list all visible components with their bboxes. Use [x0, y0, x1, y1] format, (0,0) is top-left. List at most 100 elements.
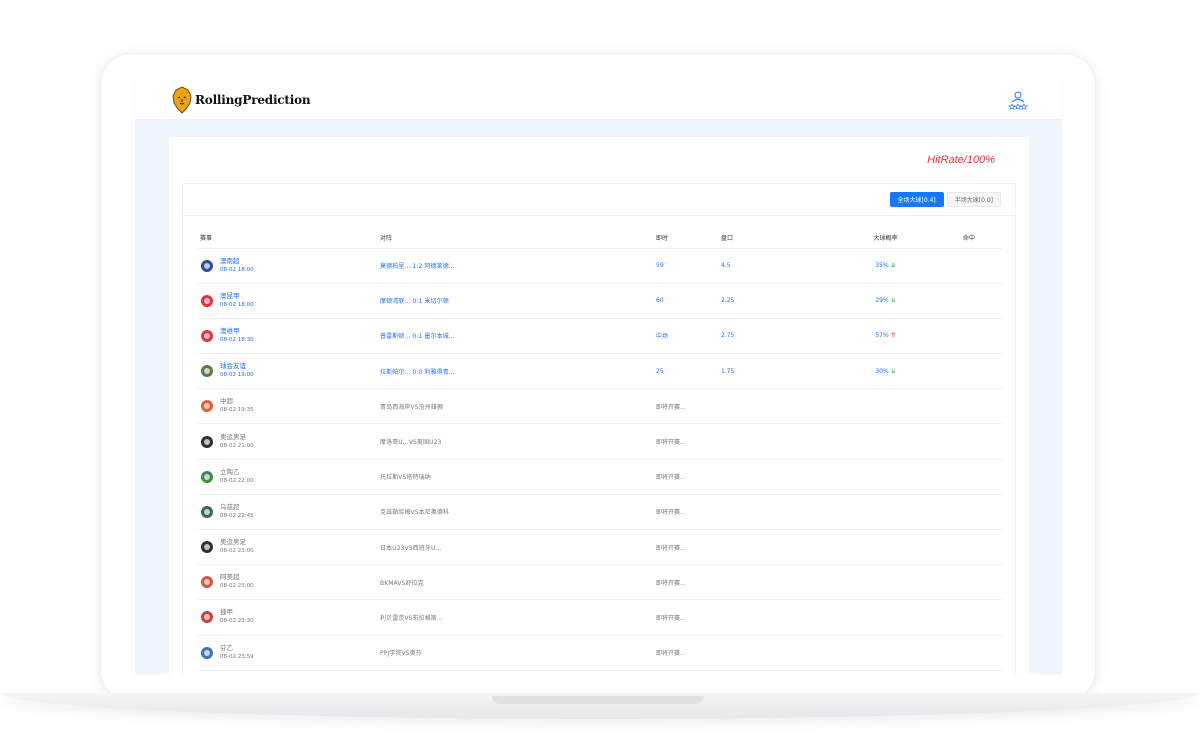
match-minute: 中场 [656, 333, 669, 341]
kickoff-time: 08-02 18:30 [220, 336, 254, 343]
table-row[interactable]: 球会友谊 08-02 19:00 拉斯帕尔... 0:0 利雅得青... 25 ′ 1.7… [196, 353, 1002, 390]
minute-cell: 即将开赛... [652, 423, 717, 460]
match-teams[interactable]: 日本U23VS西班牙U... [376, 529, 652, 566]
match-teams[interactable]: 普雷斯顿... 0:1 墨尔本城... [376, 318, 652, 355]
content-area: HitRate/100% 全场大球[0.4] 半场大球[0.0] 赛事 对阵 即… [135, 119, 1062, 674]
table-row[interactable]: 芬乙 08-02 23:59 PPJ学院VS奥芬 即将开赛... [196, 635, 1002, 671]
user-profile-icon[interactable] [1008, 90, 1028, 110]
kickoff-time: 08-02 21:00 [220, 442, 254, 449]
league-logo-icon [201, 365, 213, 378]
over-probability: 29% [875, 297, 889, 305]
probability-cell [835, 423, 936, 460]
minute-cell: 即将开赛... [652, 459, 717, 495]
column-header-match: 对阵 [376, 227, 652, 249]
league-logo-icon [201, 576, 213, 589]
result-cell [936, 318, 1002, 355]
league-name[interactable]: 中超 [220, 397, 254, 406]
league-logo-icon [201, 294, 213, 307]
half-match-over-button[interactable]: 半场大球[0.0] [946, 192, 1001, 207]
table-row[interactable]: 澳南超 08-02 18:00 莫德柏里... 1:2 阿德莱德... 59 ′ 4.5 3… [196, 248, 1002, 284]
league-name[interactable]: 奥运男足 [220, 433, 254, 442]
match-minute: 即将开赛... [656, 614, 686, 622]
probability-cell: 30% ⇊ [835, 353, 936, 390]
prediction-card: HitRate/100% 全场大球[0.4] 半场大球[0.0] 赛事 对阵 即… [169, 137, 1029, 674]
match-minute: 59 [656, 262, 664, 270]
column-header-league: 赛事 [196, 227, 376, 249]
league-name[interactable]: 乌兹超 [220, 503, 254, 512]
market-toggle: 全场大球[0.4] 半场大球[0.0] [887, 192, 1001, 207]
league-logo-icon [201, 435, 213, 448]
match-teams[interactable]: PPJ学院VS奥芬 [376, 635, 652, 671]
kickoff-time: 08-02 19:00 [220, 372, 254, 379]
match-teams[interactable]: 利贝雷茨VS布拉格斯... [376, 599, 652, 636]
probability-cell [835, 494, 936, 531]
match-minute: 25 [656, 367, 664, 375]
handicap-value [717, 388, 835, 425]
league-cell: 乌兹超 08-02 22:45 [196, 494, 376, 531]
league-cell: 中超 08-02 19:35 [196, 388, 376, 425]
league-logo-icon [201, 541, 213, 554]
match-teams[interactable]: 托拉斯VS塔特瑞纳 [376, 459, 652, 495]
league-logo-icon [201, 470, 213, 483]
league-cell: 澳南超 08-02 18:00 [196, 248, 376, 284]
trend-down-icon: ⇊ [890, 262, 896, 270]
league-name[interactable]: 澳南超 [220, 257, 254, 266]
kickoff-time: 08-02 18:00 [220, 266, 254, 273]
league-logo-icon [201, 329, 213, 342]
kickoff-time: 08-02 23:30 [220, 618, 254, 625]
table-row[interactable]: 捷甲 08-02 23:30 利贝雷茨VS布拉格斯... 即将开赛... [196, 599, 1002, 636]
matches-panel: 全场大球[0.4] 半场大球[0.0] 赛事 对阵 即时 盘口 大球概率 命中 … [182, 183, 1016, 674]
league-name[interactable]: 立陶乙 [220, 468, 254, 477]
trend-down-icon: ⇊ [890, 297, 896, 305]
match-minute: 即将开赛... [656, 403, 686, 411]
match-teams[interactable]: 摩顿湾联... 0:1 米切尔顿 [376, 283, 652, 319]
league-name[interactable]: 芬乙 [220, 644, 254, 653]
league-cell: 阿美超 08-02 23:00 [196, 564, 376, 601]
probability-cell [835, 529, 936, 566]
minute-cell: 即将开赛... [652, 564, 717, 601]
probability-cell [835, 459, 936, 495]
trend-up-icon: ⇈ [890, 332, 896, 340]
result-cell [936, 564, 1002, 601]
minute-cell: 即将开赛... [652, 494, 717, 531]
league-name[interactable]: 奥运男足 [220, 538, 254, 547]
table-row[interactable]: 立陶乙 08-02 22:00 托拉斯VS塔特瑞纳 即将开赛... [196, 459, 1002, 495]
match-minute: 即将开赛... [656, 509, 686, 517]
match-teams[interactable]: BKMAVS舒拉克 [376, 564, 652, 601]
minute-cell: 59 ′ [652, 248, 717, 284]
league-cell: 捷甲 08-02 23:30 [196, 599, 376, 636]
column-header-minute: 即时 [652, 227, 717, 249]
table-header-row: 赛事 对阵 即时 盘口 大球概率 命中 [196, 227, 1002, 249]
match-teams[interactable]: 青岛西海岸VS沧州雄狮 [376, 388, 652, 425]
full-match-over-button[interactable]: 全场大球[0.4] [889, 192, 944, 207]
league-cell: 奥运男足 08-02 23:00 [196, 529, 376, 566]
table-row[interactable]: 中超 08-02 19:35 青岛西海岸VS沧州雄狮 即将开赛... [196, 388, 1002, 425]
handicap-value: 2.75 [717, 318, 835, 355]
league-name[interactable]: 澳昆甲 [220, 292, 254, 301]
league-cell: 芬乙 08-02 23:59 [196, 635, 376, 671]
live-tick-icon: ′ [665, 368, 667, 375]
league-name[interactable]: 阿美超 [220, 573, 254, 582]
league-name[interactable]: 捷甲 [220, 608, 254, 617]
match-teams[interactable]: 摩洛哥U...VS美国U23 [376, 423, 652, 460]
minute-cell: 即将开赛... [652, 635, 717, 671]
league-name[interactable]: 澳维甲 [220, 327, 254, 336]
handicap-value: 1.75 [717, 353, 835, 390]
kickoff-time: 08-02 22:00 [220, 477, 254, 484]
probability-cell [835, 635, 936, 671]
match-teams[interactable]: 莫德柏里... 1:2 阿德莱德... [376, 248, 652, 284]
match-teams[interactable]: 克兹勒库姆VS本尼奥德科 [376, 494, 652, 531]
table-row[interactable]: 澳维甲 08-02 18:30 普雷斯顿... 0:1 墨尔本城... 中场 2.75 5… [196, 318, 1002, 355]
kickoff-time: 08-02 19:35 [220, 407, 254, 414]
match-teams[interactable]: 拉斯帕尔... 0:0 利雅得青... [376, 353, 652, 390]
table-row[interactable]: 澳昆甲 08-02 18:00 摩顿湾联... 0:1 米切尔顿 60 ′ 2.25 29%… [196, 283, 1002, 319]
league-name[interactable]: 球会友谊 [220, 362, 254, 371]
brand-logo[interactable]: RollingPrediction [171, 86, 311, 114]
result-cell [936, 283, 1002, 319]
table-row[interactable]: 奥运男足 08-02 21:00 摩洛哥U...VS美国U23 即将开赛... [196, 423, 1002, 460]
minute-cell: 25 ′ [652, 353, 717, 390]
table-row[interactable]: 阿美超 08-02 23:00 BKMAVS舒拉克 即将开赛... [196, 564, 1002, 601]
table-row[interactable]: 乌兹超 08-02 22:45 克兹勒库姆VS本尼奥德科 即将开赛... [196, 494, 1002, 531]
table-row[interactable]: 奥运男足 08-02 23:00 日本U23VS西班牙U... 即将开赛... [196, 529, 1002, 566]
league-logo-icon [201, 505, 213, 518]
